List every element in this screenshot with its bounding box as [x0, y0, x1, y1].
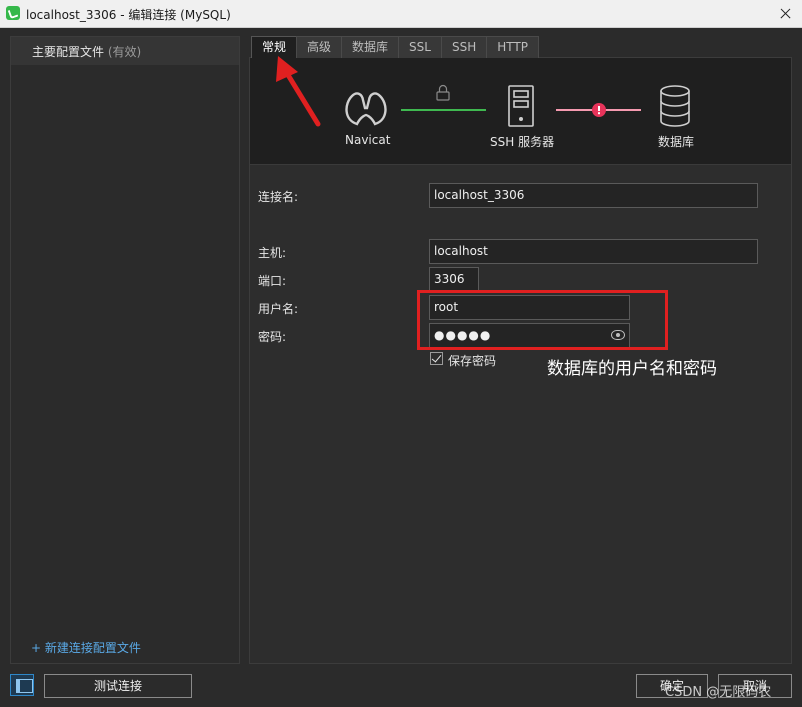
lock-icon	[436, 84, 450, 101]
title-bar: localhost_3306 - 编辑连接 (MySQL)	[0, 0, 802, 28]
annotation-text: 数据库的用户名和密码	[547, 359, 717, 379]
annotation-arrow-icon	[276, 56, 321, 127]
toggle-sidebar-icon[interactable]	[10, 674, 34, 696]
close-icon[interactable]	[768, 0, 802, 28]
profile-name: 主要配置文件 (有效)	[32, 45, 142, 59]
tab-ssh[interactable]: SSH	[440, 36, 488, 58]
annotation-highlight-box	[417, 290, 668, 350]
tab-http[interactable]: HTTP	[486, 36, 539, 58]
error-icon	[592, 103, 606, 117]
connection-name-input[interactable]: localhost_3306	[429, 183, 758, 208]
database-icon	[660, 85, 690, 127]
host-label: 主机:	[258, 246, 287, 260]
connection-profile-panel: 主要配置文件 (有效) + 新建连接配置文件	[10, 36, 240, 664]
port-label: 端口:	[258, 274, 287, 288]
diagram-label-ssh-server: SSH 服务器	[490, 135, 555, 149]
navicat-logo-icon	[345, 92, 387, 126]
host-input[interactable]: localhost	[429, 239, 758, 264]
password-label: 密码:	[258, 330, 287, 344]
username-label: 用户名:	[258, 302, 299, 316]
save-password-label: 保存密码	[448, 354, 497, 368]
diagram-label-navicat: Navicat	[345, 133, 391, 147]
diagram-label-database: 数据库	[658, 135, 695, 149]
profile-list-item[interactable]: 主要配置文件 (有效)	[11, 37, 239, 65]
profile-status: (有效)	[107, 45, 142, 59]
connection-name-label: 连接名:	[258, 190, 299, 204]
save-password-checkbox[interactable]	[430, 352, 443, 365]
tab-ssl[interactable]: SSL	[398, 36, 442, 58]
navicat-app-icon	[6, 6, 20, 20]
server-icon	[508, 85, 534, 127]
window-title: localhost_3306 - 编辑连接 (MySQL)	[26, 8, 231, 22]
connection-diagram: Navicat SSH 服务器 数据库	[250, 58, 791, 165]
test-connection-button[interactable]: 测试连接	[44, 674, 192, 698]
new-profile-link[interactable]: + 新建连接配置文件	[31, 639, 141, 656]
watermark: CSDN @无限码农	[665, 685, 772, 700]
port-input[interactable]: 3306	[429, 267, 479, 292]
tab-databases[interactable]: 数据库	[341, 36, 400, 58]
